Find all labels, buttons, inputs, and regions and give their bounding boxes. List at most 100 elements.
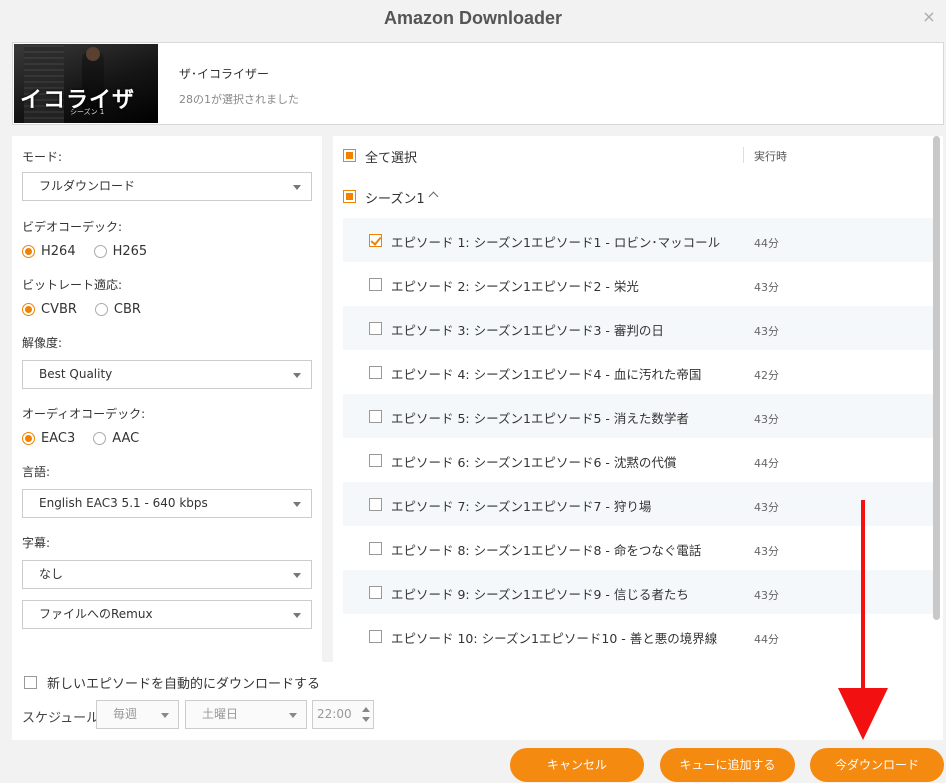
episode-checkbox[interactable] [369,410,382,423]
cancel-button[interactable]: キャンセル [510,748,644,782]
subtitle-select[interactable]: なし [22,560,312,589]
subtitle-label: 字幕: [22,536,51,550]
season-checkbox[interactable] [343,190,356,203]
bitrate-label: ビットレート適応: [22,278,123,292]
episode-runtime: 43分 [754,413,779,426]
close-icon[interactable]: × [920,8,938,26]
list-scrollbar[interactable] [933,136,940,620]
download-now-button[interactable]: 今ダウンロード [810,748,944,782]
episode-row[interactable]: エピソード 5: シーズン1エピソード5 - 消えた数学者 43分 [343,394,933,438]
schedule-frequency-select[interactable]: 毎週 [96,700,179,729]
auto-download-checkbox[interactable] [24,676,37,689]
episode-runtime: 42分 [754,369,779,382]
spin-up-icon[interactable] [362,707,370,712]
episode-title: エピソード 3: シーズン1エピソード3 - 審判の日 [391,323,664,338]
annotation-arrow-head-icon [838,688,888,740]
episode-title: エピソード 6: シーズン1エピソード6 - 沈黙の代償 [391,455,677,470]
audio-codec-aac-option[interactable]: AAC [93,431,139,446]
episode-row[interactable]: エピソード 2: シーズン1エピソード2 - 栄光 43分 [343,262,933,306]
radio-selected-icon[interactable] [22,303,35,316]
remux-select[interactable]: ファイルへのRemux [22,600,312,629]
episode-checkbox[interactable] [369,278,382,291]
settings-panel: モード: フルダウンロード ビデオコーデック: H264 H265 ビットレート… [12,136,322,662]
episode-runtime: 43分 [754,281,779,294]
selection-status: 28の1が選択されました [179,93,299,106]
runtime-column-header: 実行時 [754,150,787,163]
episode-row[interactable]: エピソード 10: シーズン1エピソード10 - 善と悪の境界線 44分 [343,614,933,658]
video-codec-radio-group: H264 H265 [22,244,165,259]
episode-checkbox[interactable] [369,586,382,599]
schedule-label: スケジュール: [22,711,104,726]
spin-down-icon[interactable] [362,717,370,722]
bitrate-radio-group: CVBR CBR [22,302,159,317]
audio-codec-label: オーディオコーデック: [22,407,146,421]
show-header: イコライザ シーズン 1 ザ･イコライザー 28の1が選択されました [12,42,944,125]
episode-checkbox[interactable] [369,630,382,643]
schedule-panel: 新しいエピソードを自動的にダウンロードする スケジュール: 毎週 土曜日 22:… [12,662,943,740]
language-label: 言語: [22,465,51,479]
bitrate-cvbr-option[interactable]: CVBR [22,302,77,317]
auto-download-label: 新しいエピソードを自動的にダウンロードする [47,677,321,692]
column-divider [743,147,744,163]
episode-runtime: 44分 [754,457,779,470]
episode-title: エピソード 9: シーズン1エピソード9 - 信じる者たち [391,587,689,602]
episode-checkbox[interactable] [369,498,382,511]
episode-checkbox[interactable] [369,542,382,555]
select-all-checkbox[interactable] [343,149,356,162]
episode-checkbox[interactable] [369,322,382,335]
resolution-select[interactable]: Best Quality [22,360,312,389]
chevron-down-icon [161,713,169,718]
episode-row[interactable]: エピソード 7: シーズン1エピソード7 - 狩り場 43分 [343,482,933,526]
episode-checkbox[interactable] [369,454,382,467]
radio-icon[interactable] [93,245,107,258]
episode-row[interactable]: エピソード 1: シーズン1エピソード1 - ロビン･マッコール 44分 [343,218,933,262]
season-label: シーズン1 [365,192,425,207]
chevron-down-icon [293,573,301,578]
video-codec-h265-option[interactable]: H265 [93,244,147,259]
auto-download-option[interactable]: 新しいエピソードを自動的にダウンロードする [24,673,320,692]
episode-checkbox[interactable] [369,366,382,379]
chevron-down-icon [293,185,301,190]
episode-row[interactable]: エピソード 9: シーズン1エピソード9 - 信じる者たち 43分 [343,570,933,614]
chevron-up-icon[interactable] [428,191,439,202]
list-header: 全て選択 実行時 [333,136,933,174]
remux-select-value: ファイルへのRemux [39,607,153,621]
schedule-time-input[interactable]: 22:00 [312,700,374,729]
add-to-queue-button[interactable]: キューに追加する [660,748,795,782]
radio-icon[interactable] [93,432,107,445]
frequency-value: 毎週 [113,707,138,721]
mode-label: モード: [22,150,63,164]
schedule-day-select[interactable]: 土曜日 [185,700,307,729]
episode-title: エピソード 10: シーズン1エピソード10 - 善と悪の境界線 [391,631,718,646]
select-all-label[interactable]: 全て選択 [365,147,417,166]
episode-row[interactable]: エピソード 6: シーズン1エピソード6 - 沈黙の代償 44分 [343,438,933,482]
chevron-down-icon [289,713,297,718]
episode-runtime: 43分 [754,589,779,602]
episode-row[interactable]: エピソード 8: シーズン1エピソード8 - 命をつなぐ電話 43分 [343,526,933,570]
audio-codec-eac3-option[interactable]: EAC3 [22,431,75,446]
episode-runtime: 44分 [754,633,779,646]
episode-row[interactable]: エピソード 4: シーズン1エピソード4 - 血に汚れた帝国 42分 [343,350,933,394]
video-codec-h264-option[interactable]: H264 [22,244,76,259]
video-codec-label: ビデオコーデック: [22,220,123,234]
radio-icon[interactable] [94,303,108,316]
episode-row[interactable]: エピソード 3: シーズン1エピソード3 - 審判の日 43分 [343,306,933,350]
chevron-down-icon [293,502,301,507]
episode-title: エピソード 2: シーズン1エピソード2 - 栄光 [391,279,639,294]
episode-title: エピソード 7: シーズン1エピソード7 - 狩り場 [391,499,652,514]
resolution-select-value: Best Quality [39,367,113,381]
language-select[interactable]: English EAC3 5.1 - 640 kbps [22,489,312,518]
show-thumbnail: イコライザ シーズン 1 [14,44,158,123]
episode-runtime: 43分 [754,501,779,514]
day-value: 土曜日 [202,707,239,721]
episode-checkbox[interactable] [369,234,382,247]
mode-select[interactable]: フルダウンロード [22,172,312,201]
season-row[interactable]: シーズン1 [333,176,933,216]
thumbnail-subtitle: シーズン 1 [70,108,105,116]
chevron-down-icon [293,373,301,378]
window-title: Amazon Downloader [383,8,562,28]
bitrate-cbr-option[interactable]: CBR [94,302,141,317]
episode-title: エピソード 8: シーズン1エピソード8 - 命をつなぐ電話 [391,543,702,558]
radio-selected-icon[interactable] [22,432,35,445]
radio-selected-icon[interactable] [22,245,35,258]
